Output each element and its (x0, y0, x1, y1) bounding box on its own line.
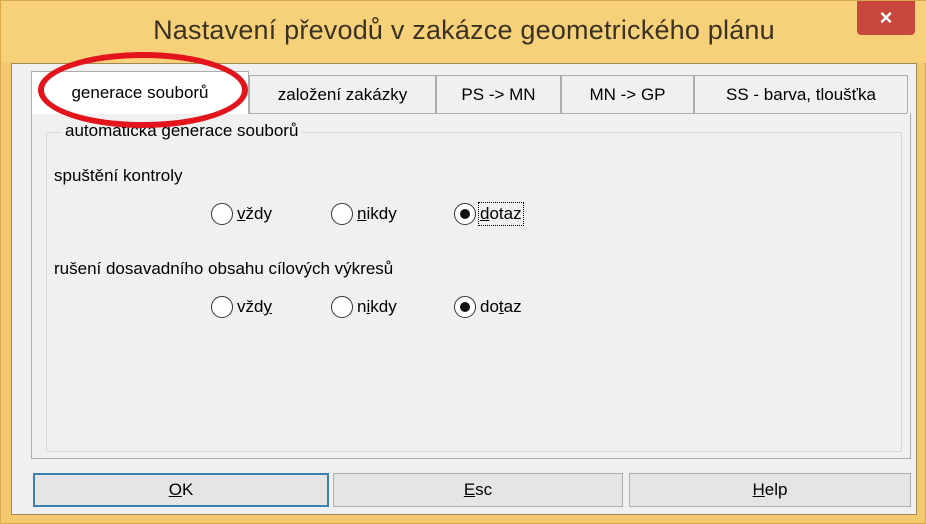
tab-generace-souboru[interactable]: generace souborů (31, 71, 249, 114)
radio-ruseni-nikdy[interactable]: nikdy (331, 296, 397, 318)
radio-circle-checked-icon (454, 203, 476, 225)
close-button[interactable]: × (857, 1, 915, 35)
radio-label: vždy (237, 297, 272, 316)
esc-button[interactable]: Esc (333, 473, 623, 507)
esc-button-label: Esc (463, 480, 493, 499)
radio-label: vždy (237, 204, 272, 223)
tab-label: SS - barva, tloušťka (726, 84, 876, 104)
help-button-label: Help (752, 480, 788, 499)
radio-circle-icon (211, 203, 233, 225)
radio-circle-checked-icon (454, 296, 476, 318)
tab-zalozeni-zakazky[interactable]: založení zakázky (249, 75, 436, 113)
radio-kontrola-vzdy[interactable]: vždy (211, 203, 272, 225)
radio-ruseni-vzdy[interactable]: vždy (211, 296, 272, 318)
tab-label: MN -> GP (589, 84, 666, 104)
tab-label: PS -> MN (461, 84, 536, 104)
tab-label: založení zakázky (277, 84, 408, 104)
radio-circle-icon (331, 296, 353, 318)
radio-label: dotaz (478, 202, 524, 226)
tab-mn-gp[interactable]: MN -> GP (561, 75, 694, 113)
spusteni-kontroly-label: spuštění kontroly (54, 166, 183, 185)
group-box-legend: automatická generace souborů (61, 121, 303, 141)
ok-button[interactable]: OK (33, 473, 329, 507)
ok-button-label: OK (168, 480, 194, 499)
help-button[interactable]: Help (629, 473, 911, 507)
radio-label: nikdy (357, 297, 397, 316)
dialog-window: Nastavení převodů v zakázce geometrickéh… (0, 0, 926, 524)
close-icon: × (879, 5, 893, 30)
radio-label: dotaz (480, 297, 522, 316)
radio-circle-icon (211, 296, 233, 318)
window-title: Nastavení převodů v zakázce geometrickéh… (153, 15, 775, 45)
radio-kontrola-nikdy[interactable]: nikdy (331, 203, 397, 225)
ruseni-obsahu-label: rušení dosavadního obsahu cílových výkre… (54, 259, 394, 278)
tab-label: generace souborů (71, 83, 209, 102)
title-bar[interactable]: Nastavení převodů v zakázce geometrickéh… (1, 1, 926, 63)
radio-circle-icon (331, 203, 353, 225)
radio-ruseni-dotaz[interactable]: dotaz (454, 296, 522, 318)
radio-label: nikdy (357, 204, 397, 223)
radio-kontrola-dotaz[interactable]: dotaz (454, 202, 524, 226)
tab-ps-mn[interactable]: PS -> MN (436, 75, 561, 113)
tab-ss-barva-tloustka[interactable]: SS - barva, tloušťka (694, 75, 908, 113)
